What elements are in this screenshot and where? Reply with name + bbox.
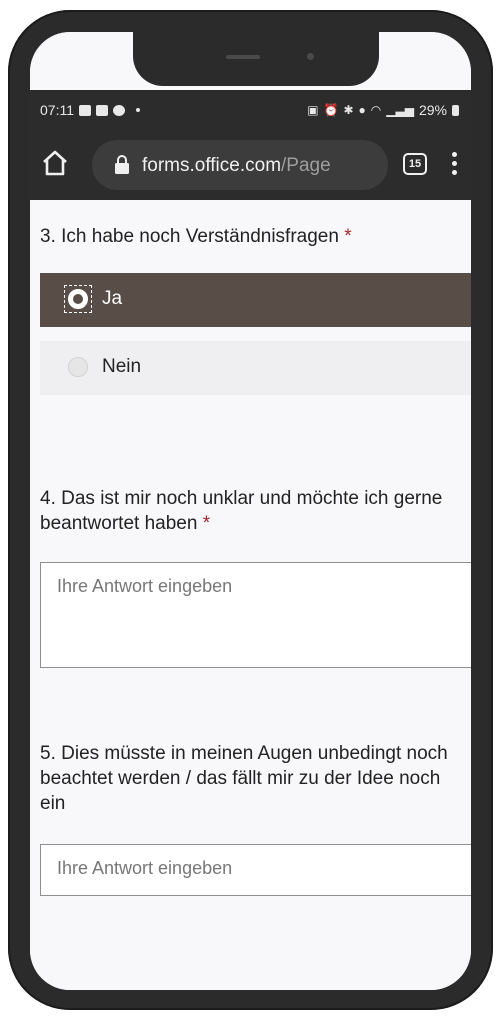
question-3-text: 3. Ich habe noch Verständnisfragen [40,226,339,247]
linkedin-icon [96,104,108,116]
option-nein[interactable]: Nein [40,341,471,395]
screen-top [30,32,471,90]
question-3-title: 3. Ich habe noch Verständnisfragen * [40,224,460,249]
radio-unselected-icon[interactable] [68,357,88,377]
option-label: Nein [102,356,142,377]
address-bar[interactable]: forms.office.com/Page [92,140,388,190]
battery-percent: 29% [418,102,447,118]
signal-icon: ▁▃▅ [386,103,414,117]
phone-screen: 07:11 ▣ ⏰ ✱ ● ◠ ▁▃▅ 29% forms.office.com… [30,32,471,990]
front-camera [307,53,314,60]
lock-status-icon: ▣ [307,103,319,117]
notification-dot [136,108,140,112]
url-domain: forms.office.com [142,155,282,176]
answer-input-q5[interactable]: Ihre Antwort eingeben [40,844,471,896]
radio-selected-icon[interactable] [68,289,88,309]
required-mark: * [344,226,352,247]
question-5-title: 5. Dies müsste in meinen Augen unbedingt… [40,741,460,816]
browser-toolbar: forms.office.com/Page 15 [30,130,471,200]
phone-frame: 07:11 ▣ ⏰ ✱ ● ◠ ▁▃▅ 29% forms.office.com… [8,10,493,1010]
wifi-icon: ◠ [370,103,382,117]
question-4-text: 4. Das ist mir noch unklar und möchte ic… [40,488,443,534]
placeholder-text: Ihre Antwort eingeben [57,858,233,878]
battery-icon [452,104,459,116]
home-icon[interactable] [40,148,70,178]
bluetooth-icon: ✱ [343,103,354,117]
lock-icon [115,155,129,174]
info-icon [113,104,125,116]
overflow-menu-icon[interactable] [452,152,458,178]
question-4-title: 4. Das ist mir noch unklar und möchte ic… [40,486,460,536]
url-path: /Page [281,155,331,176]
answer-textarea-q4[interactable]: Ihre Antwort eingeben [40,562,471,668]
tab-count: 15 [408,158,422,170]
form-content: 3. Ich habe noch Verständnisfragen * Ja … [30,200,471,990]
notch [133,32,379,86]
status-time: 07:11 [40,102,74,118]
url-text: forms.office.com/Page [142,155,331,177]
status-bar: 07:11 ▣ ⏰ ✱ ● ◠ ▁▃▅ 29% [30,90,471,130]
location-icon: ● [358,103,366,117]
gallery-icon [79,104,91,116]
option-label: Ja [102,288,123,309]
tabs-icon[interactable]: 15 [403,153,427,175]
alarm-icon: ⏰ [323,103,339,117]
option-ja[interactable]: Ja [40,273,471,327]
required-mark: * [202,513,211,534]
placeholder-text: Ihre Antwort eingeben [57,576,233,596]
speaker [226,55,260,59]
question-5-text: 5. Dies müsste in meinen Augen unbedingt… [40,743,448,814]
